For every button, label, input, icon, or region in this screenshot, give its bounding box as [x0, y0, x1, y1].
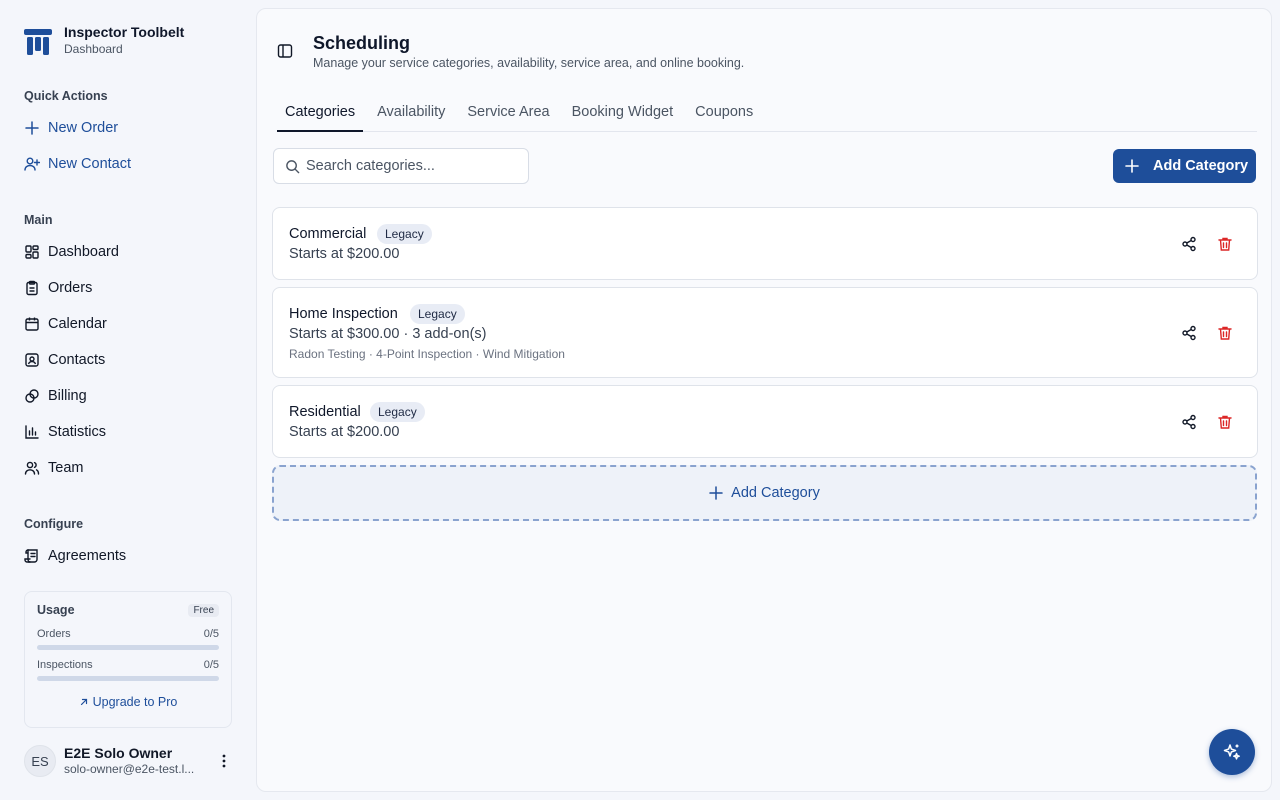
category-price: Starts at $200.00: [289, 246, 400, 262]
sidebar: Inspector Toolbelt Dashboard Quick Actio…: [0, 0, 256, 800]
upgrade-link[interactable]: Upgrade to Pro: [25, 695, 231, 709]
brand-logo-icon: [24, 29, 52, 55]
category-name: Commercial: [289, 226, 367, 242]
tab-availability[interactable]: Availability: [369, 97, 453, 132]
usage-title: Usage: [37, 603, 75, 617]
tab-bar: Categories Availability Service Area Boo…: [277, 97, 1257, 132]
usage-orders-label: Orders: [37, 628, 71, 640]
grid-icon: [25, 245, 39, 259]
tab-booking-widget[interactable]: Booking Widget: [564, 97, 682, 132]
search-icon: [286, 160, 300, 174]
page-title: Scheduling: [313, 33, 411, 53]
clipboard-icon: [26, 280, 38, 296]
contact-card-icon: [25, 353, 39, 367]
share-icon[interactable]: [1181, 325, 1197, 341]
usage-inspections-label: Inspections: [37, 659, 93, 671]
page-description: Manage your service categories, availabi…: [313, 56, 745, 70]
sidebar-item-billing[interactable]: Billing: [24, 386, 87, 406]
user-profile[interactable]: ES E2E Solo Owner solo-owner@e2e-test.l.…: [24, 744, 240, 778]
app-subtitle: Dashboard: [64, 42, 123, 56]
app-title: Inspector Toolbelt: [64, 24, 185, 40]
sidebar-item-label: Agreements: [48, 548, 127, 564]
sidebar-item-contacts[interactable]: Contacts: [24, 350, 105, 370]
quick-actions-label: Quick Actions: [24, 89, 108, 103]
brand[interactable]: Inspector Toolbelt Dashboard: [24, 24, 184, 57]
coins-icon: [25, 389, 39, 403]
scroll-icon: [24, 549, 38, 563]
usage-inspections-bar: [37, 676, 219, 681]
usage-orders-value: 0/5: [203, 628, 219, 640]
category-addons: Radon Testing · 4-Point Inspection · Win…: [289, 347, 565, 361]
search-input[interactable]: [306, 149, 522, 183]
sidebar-item-label: Orders: [48, 280, 93, 296]
usage-inspections-value: 0/5: [203, 659, 219, 671]
sidebar-item-dashboard[interactable]: Dashboard: [24, 242, 119, 262]
legacy-badge: Legacy: [410, 304, 465, 324]
sidebar-item-statistics[interactable]: Statistics: [24, 422, 106, 442]
users-icon: [24, 461, 40, 475]
sidebar-item-agreements[interactable]: Agreements: [24, 546, 126, 566]
usage-card: Usage Free Orders 0/5 Inspections 0/5 Up…: [24, 591, 232, 728]
sidebar-item-label: Contacts: [48, 352, 106, 368]
calendar-icon: [25, 317, 39, 331]
usage-row-orders: Orders 0/5: [37, 628, 219, 640]
add-category-dashed-button[interactable]: Add Category: [272, 465, 1257, 521]
main-panel: Scheduling Manage your service categorie…: [256, 8, 1272, 792]
plus-icon: [709, 486, 723, 500]
sidebar-item-label: Dashboard: [48, 244, 119, 260]
configure-section-label: Configure: [24, 517, 84, 531]
ai-assistant-button[interactable]: [1209, 729, 1255, 775]
search-box: [273, 148, 529, 184]
usage-row-inspections: Inspections 0/5: [37, 659, 219, 671]
tab-categories[interactable]: Categories: [277, 97, 364, 132]
sidebar-item-calendar[interactable]: Calendar: [24, 314, 107, 334]
category-price: Starts at $200.00: [289, 424, 400, 440]
category-name: Home Inspection: [289, 306, 398, 322]
category-card-commercial[interactable]: Commercial Legacy Starts at $200.00: [272, 207, 1258, 280]
legacy-badge: Legacy: [370, 402, 425, 422]
user-email: solo-owner@e2e-test.l...: [64, 762, 195, 776]
add-category-label: Add Category: [1153, 158, 1249, 174]
new-order-label: New Order: [48, 120, 119, 136]
usage-orders-bar: [37, 645, 219, 650]
add-category-button[interactable]: Add Category: [1113, 149, 1256, 183]
new-contact-button[interactable]: New Contact: [24, 154, 131, 174]
sidebar-item-label: Team: [48, 460, 84, 476]
avatar: ES: [24, 745, 56, 777]
arrow-up-right-icon: [80, 698, 87, 706]
trash-icon[interactable]: [1217, 325, 1233, 341]
bar-chart-icon: [25, 425, 39, 439]
trash-icon[interactable]: [1217, 236, 1233, 252]
category-card-home-inspection[interactable]: Home Inspection Legacy Starts at $300.00…: [272, 287, 1258, 378]
main-section-label: Main: [24, 213, 53, 227]
category-price: Starts at $300.00 · 3 add-on(s): [289, 326, 487, 342]
more-vertical-icon[interactable]: [216, 753, 232, 769]
new-contact-label: New Contact: [48, 156, 132, 172]
plus-icon: [25, 121, 39, 135]
sidebar-item-orders[interactable]: Orders: [24, 278, 92, 298]
share-icon[interactable]: [1181, 414, 1197, 430]
sidebar-item-label: Statistics: [48, 424, 107, 440]
share-icon[interactable]: [1181, 236, 1197, 252]
plan-badge: Free: [188, 604, 219, 617]
add-category-dashed-label: Add Category: [731, 485, 820, 501]
legacy-badge: Legacy: [377, 224, 432, 244]
new-order-button[interactable]: New Order: [24, 118, 118, 138]
user-plus-icon: [24, 157, 40, 171]
sidebar-item-label: Calendar: [48, 316, 107, 332]
tab-coupons[interactable]: Coupons: [687, 97, 761, 132]
category-card-residential[interactable]: Residential Legacy Starts at $200.00: [272, 385, 1258, 458]
tab-service-area[interactable]: Service Area: [459, 97, 557, 132]
upgrade-label: Upgrade to Pro: [92, 695, 178, 709]
sidebar-item-label: Billing: [48, 388, 87, 404]
plus-icon: [1125, 159, 1139, 173]
sidebar-toggle-icon[interactable]: [277, 43, 293, 59]
user-name: E2E Solo Owner: [64, 745, 173, 761]
trash-icon[interactable]: [1217, 414, 1233, 430]
sidebar-item-team[interactable]: Team: [24, 458, 83, 478]
sparkles-icon: [1223, 744, 1240, 760]
category-name: Residential: [289, 404, 361, 420]
